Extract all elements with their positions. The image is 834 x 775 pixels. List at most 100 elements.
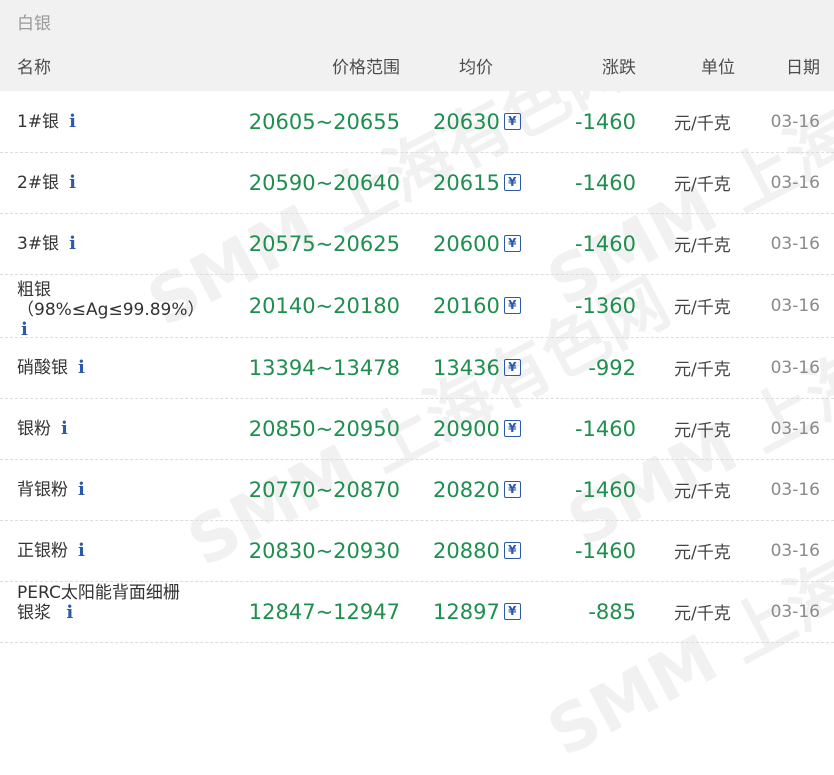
yen-calendar-icon[interactable]: ¥ — [503, 603, 521, 620]
product-name[interactable]: 银粉 i — [17, 398, 257, 459]
average-price: 20880 ¥ — [433, 520, 521, 581]
price-change: -885 — [588, 599, 636, 624]
info-icon[interactable]: i — [69, 233, 76, 254]
price-change: -1460 — [574, 416, 636, 441]
table-row: 正银粉 i 20830~20930 20880 ¥ -1460 元/千克 03-… — [0, 520, 834, 582]
product-name-text: PERC太阳能背面细栅 — [17, 583, 180, 603]
price-change: -1460 — [574, 109, 636, 134]
price-change: -992 — [588, 355, 636, 380]
price-range: 13394~13478 — [248, 355, 400, 380]
date: 03-16 — [770, 601, 820, 622]
product-name[interactable]: 硝酸银 i — [17, 337, 257, 398]
info-icon[interactable]: i — [78, 479, 85, 500]
price-range: 20140~20180 — [248, 293, 400, 318]
average-price-value: 12897 — [433, 599, 500, 624]
average-price: 12897 ¥ — [433, 581, 521, 642]
average-price-value: 13436 — [433, 355, 500, 380]
table-row: 1#银 i 20605~20655 20630 ¥ -1460 元/千克 03-… — [0, 91, 834, 153]
price-range: 20850~20950 — [248, 416, 400, 441]
unit: 元/千克 — [674, 604, 731, 624]
price-range: 20575~20625 — [248, 231, 400, 256]
price-change: -1460 — [574, 170, 636, 195]
average-price: 20160 ¥ — [433, 274, 521, 337]
unit: 元/千克 — [674, 482, 731, 502]
price-range: 20590~20640 — [248, 170, 400, 195]
yen-calendar-icon[interactable]: ¥ — [503, 235, 521, 252]
date: 03-16 — [770, 479, 820, 500]
product-name[interactable]: 3#银 i — [17, 213, 257, 274]
average-price: 20900 ¥ — [433, 398, 521, 459]
average-price-value: 20160 — [433, 293, 500, 318]
unit: 元/千克 — [674, 175, 731, 195]
date: 03-16 — [770, 111, 820, 132]
average-price-value: 20615 — [433, 170, 500, 195]
header-change: 涨跌 — [602, 58, 636, 78]
product-name[interactable]: 2#银 i — [17, 152, 257, 213]
yen-calendar-icon[interactable]: ¥ — [503, 113, 521, 130]
price-change: -1460 — [574, 538, 636, 563]
product-name[interactable]: 正银粉 i — [17, 520, 257, 581]
date: 03-16 — [770, 233, 820, 254]
product-name[interactable]: 粗银 （98%≤Ag≤99.89%） i — [17, 280, 257, 340]
price-change: -1460 — [574, 231, 636, 256]
date: 03-16 — [770, 540, 820, 561]
average-price: 13436 ¥ — [433, 337, 521, 398]
price-range: 12847~12947 — [248, 599, 400, 624]
section-title: 白银 — [0, 0, 834, 46]
average-price: 20615 ¥ — [433, 152, 521, 213]
price-range: 20830~20930 — [248, 538, 400, 563]
yen-calendar-icon[interactable]: ¥ — [503, 174, 521, 191]
yen-calendar-icon[interactable]: ¥ — [503, 420, 521, 437]
unit: 元/千克 — [674, 298, 731, 318]
average-price-value: 20630 — [433, 109, 500, 134]
info-icon[interactable]: i — [69, 111, 76, 132]
header-price-range: 价格范围 — [332, 58, 400, 78]
header-average: 均价 — [459, 58, 493, 78]
info-icon[interactable]: i — [61, 418, 68, 439]
info-icon[interactable]: i — [69, 172, 76, 193]
unit: 元/千克 — [674, 421, 731, 441]
product-name[interactable]: 背银粉 i — [17, 459, 257, 520]
yen-calendar-icon[interactable]: ¥ — [503, 297, 521, 314]
date: 03-16 — [770, 418, 820, 439]
average-price: 20600 ¥ — [433, 213, 521, 274]
product-name[interactable]: PERC太阳能背面细栅 银浆 i — [17, 583, 257, 623]
date: 03-16 — [770, 172, 820, 193]
table-row: 2#银 i 20590~20640 20615 ¥ -1460 元/千克 03-… — [0, 152, 834, 214]
product-name-text: 粗银 — [17, 280, 51, 300]
product-name-text-line2: 银浆 — [17, 603, 51, 623]
product-name-text: 银粉 — [17, 418, 51, 439]
yen-calendar-icon[interactable]: ¥ — [503, 481, 521, 498]
table-row: 银粉 i 20850~20950 20900 ¥ -1460 元/千克 03-1… — [0, 398, 834, 460]
product-name[interactable]: 1#银 i — [17, 91, 257, 152]
date: 03-16 — [770, 357, 820, 378]
table-row: 3#银 i 20575~20625 20600 ¥ -1460 元/千克 03-… — [0, 213, 834, 275]
price-change: -1360 — [574, 293, 636, 318]
unit: 元/千克 — [674, 114, 731, 134]
header-name: 名称 — [17, 58, 51, 78]
average-price-value: 20900 — [433, 416, 500, 441]
average-price-value: 20880 — [433, 538, 500, 563]
product-name-text: 2#银 — [17, 172, 60, 193]
product-name-text: 正银粉 — [17, 540, 68, 561]
product-name-text-line2: （98%≤Ag≤99.89%） — [17, 300, 205, 320]
table-row: 粗银 （98%≤Ag≤99.89%） i 20140~20180 20160 ¥… — [0, 274, 834, 340]
info-icon[interactable]: i — [78, 357, 85, 378]
yen-calendar-icon[interactable]: ¥ — [503, 359, 521, 376]
unit: 元/千克 — [674, 360, 731, 380]
table-header: 名称 价格范围 均价 涨跌 单位 日期 — [0, 46, 834, 91]
product-name-text: 1#银 — [17, 111, 60, 132]
price-change: -1460 — [574, 477, 636, 502]
yen-calendar-icon[interactable]: ¥ — [503, 542, 521, 559]
average-price-value: 20820 — [433, 477, 500, 502]
average-price-value: 20600 — [433, 231, 500, 256]
info-icon[interactable]: i — [66, 603, 73, 623]
header-unit: 单位 — [701, 58, 735, 78]
table-row: PERC太阳能背面细栅 银浆 i 12847~12947 12897 ¥ -88… — [0, 581, 834, 643]
info-icon[interactable]: i — [78, 540, 85, 561]
header-date: 日期 — [786, 58, 820, 78]
unit: 元/千克 — [674, 236, 731, 256]
date: 03-16 — [770, 295, 820, 316]
product-name-text: 背银粉 — [17, 479, 68, 500]
price-range: 20605~20655 — [248, 109, 400, 134]
